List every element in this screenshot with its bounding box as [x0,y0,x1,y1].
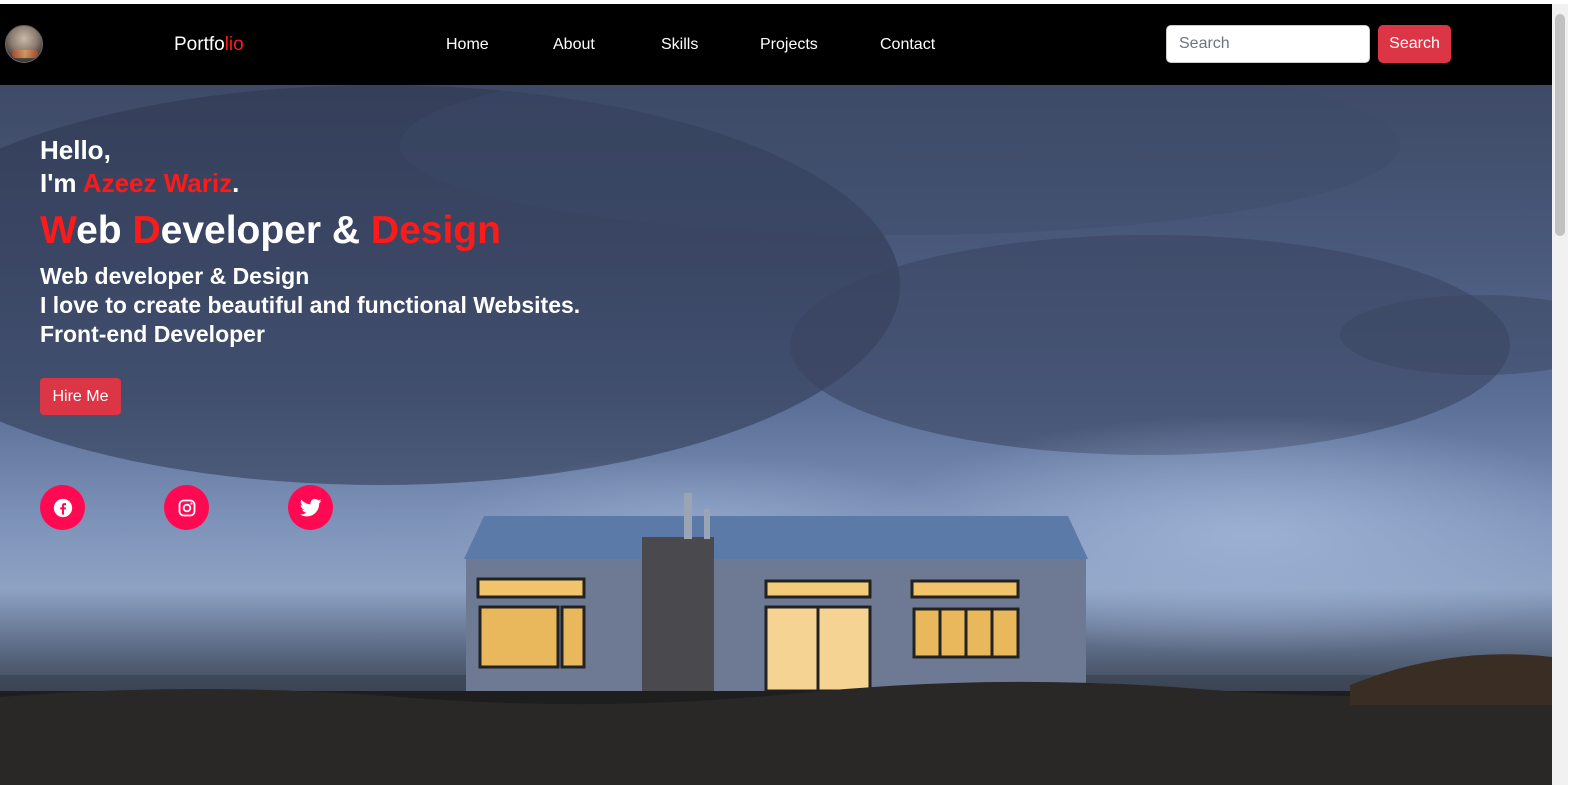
nav-link-contact[interactable]: Contact [880,36,935,54]
hero-name: Azeez Wariz [82,168,233,198]
twitter-link[interactable] [288,485,333,530]
search-button[interactable]: Search [1378,25,1451,63]
hero-title-eveloper: eveloper & [160,209,371,252]
hero-title-eb: eb [76,209,133,252]
facebook-link[interactable] [40,485,85,530]
nav-link-home[interactable]: Home [446,36,489,54]
nav-link-about[interactable]: About [553,36,595,54]
facebook-icon [53,498,72,517]
hire-me-button[interactable]: Hire Me [40,378,121,415]
hero-greeting: Hello, [40,135,111,165]
scrollbar-thumb[interactable] [1555,14,1565,236]
instagram-icon [178,499,195,516]
right-edge [1568,0,1592,785]
hero-intro-prefix: I'm [40,168,83,198]
hero-title-w: W [40,209,77,252]
nav-link-projects[interactable]: Projects [760,36,818,54]
hero-section: Hello, I'm Azeez Wariz. Web Developer & … [0,85,1552,785]
hero-line-3: Front-end Developer [40,321,265,347]
brand-main: Portfo [174,34,225,55]
hero-line-1: Web developer & Design [40,263,310,289]
avatar[interactable] [5,25,43,63]
twitter-icon [299,498,322,516]
instagram-link[interactable] [164,485,209,530]
hero-line-2: I love to create beautiful and functiona… [40,292,581,318]
search-input[interactable] [1166,25,1370,63]
hero-title: Web Developer & Design [40,209,501,253]
hero-title-design: Design [370,209,501,252]
hero-intro-period: . [232,168,240,198]
hero-intro: I'm Azeez Wariz. [40,168,239,199]
brand-logo[interactable]: Portfolio [174,34,244,56]
brand-accent: lio [224,34,244,55]
hero-title-d: D [132,209,161,252]
navbar: Portfolio Home About Skills Projects Con… [0,4,1552,85]
nav-link-skills[interactable]: Skills [661,36,698,54]
